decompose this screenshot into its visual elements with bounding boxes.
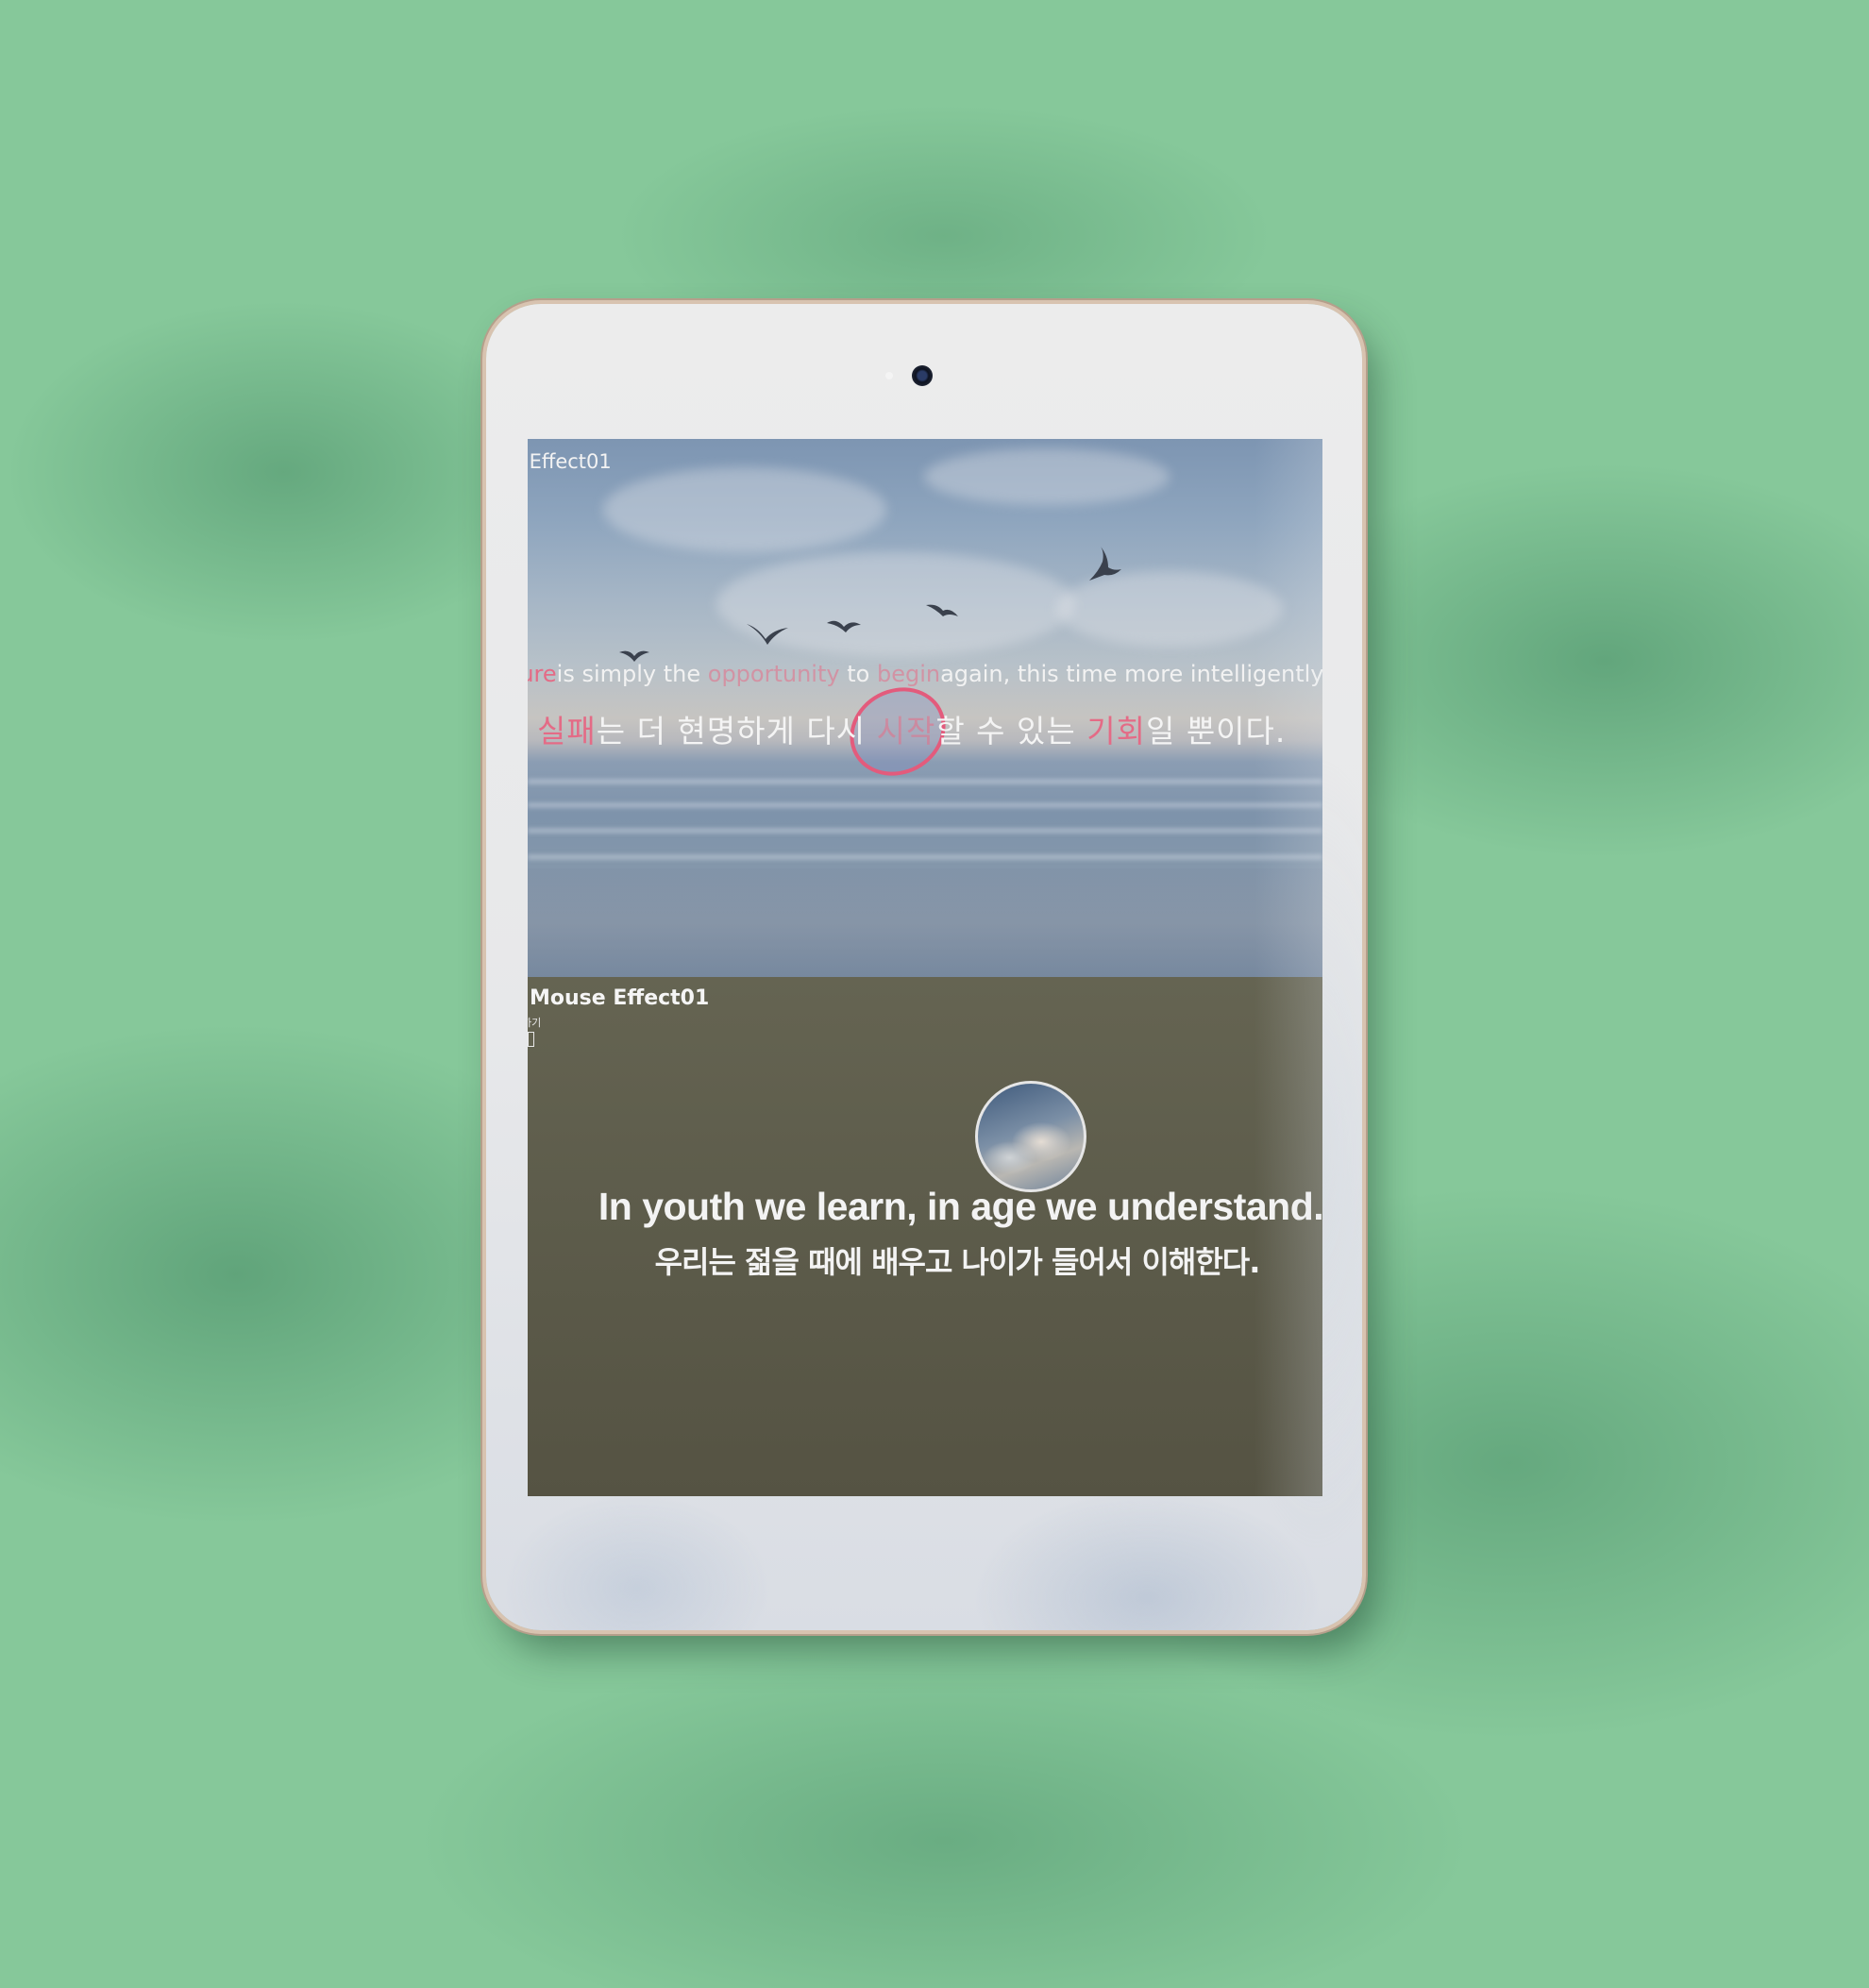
seagull-icon [926,604,958,616]
seagull-icon [827,620,861,632]
section-title: e Effect01 [528,450,612,473]
wave [528,802,1322,808]
highlight-word: begin [876,661,941,687]
front-camera-icon [912,365,933,386]
highlight-word: 기회 [1086,713,1146,750]
highlight-word: 실패 [537,713,597,750]
mouse-lens-cursor [975,1081,1086,1192]
quote-text: 일 뿐이다. [1145,713,1287,750]
highlight-word: opportunity [707,661,840,687]
tablet-screen: e Effect01 ilureis simply the opportunit… [528,439,1322,1496]
wave [528,779,1322,784]
section-title: Mouse Effect01 [530,986,710,1010]
cloud [603,467,886,552]
checkbox-icon[interactable] [528,1032,534,1047]
wave [528,854,1322,860]
cloud [924,448,1170,505]
quote-korean: 우리는 젊을 때에 배우고 나이가 들어서 이해한다. [654,1244,1261,1280]
seagull-icon [1089,547,1121,581]
mouse-effect-section[interactable]: Mouse Effect01 하기 In youth we learn, in … [528,977,1322,1496]
beach [528,868,1322,977]
quote-english: In youth we learn, in age we understand. [598,1185,1322,1228]
quote-text: to [839,661,877,687]
quote-text: 는 더 현명하게 다시 [596,713,877,750]
seagull-icon [747,624,788,645]
text-effect-section: e Effect01 ilureis simply the opportunit… [528,439,1322,977]
highlight-word: 시작 [876,713,936,750]
quote-english: ilureis simply the opportunity to begina… [528,661,1322,687]
quote-text: is simply the [556,661,708,687]
quote-korean: 실패는 더 현명하게 다시 시작할 수 있는 기회일 뿐이다. [537,706,1286,751]
wave [528,828,1322,834]
quote-text: again, this time more intelligently. [940,661,1322,687]
tablet-device: e Effect01 ilureis simply the opportunit… [486,304,1362,1630]
section-subtitle: 하기 [528,1017,542,1029]
quote-text: 할 수 있는 [935,713,1087,750]
light-sensor [885,372,893,379]
highlight-word: ilure [528,661,557,687]
